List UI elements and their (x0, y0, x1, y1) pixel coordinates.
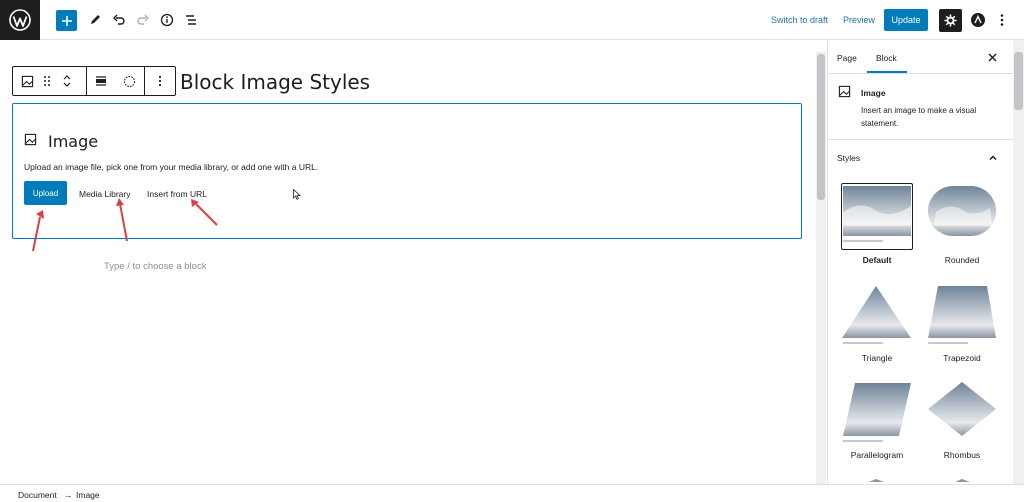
sidebar-scrollbar-thumb[interactable] (1014, 52, 1023, 110)
style-label-trapezoid[interactable]: Trapezoid (922, 353, 1002, 363)
style-label-triangle[interactable]: Triangle (837, 353, 917, 363)
breadcrumb-image[interactable]: Image (76, 490, 100, 500)
style-rhombus-option[interactable] (928, 382, 996, 442)
breadcrumb (0, 484, 1024, 502)
style-rounded-option[interactable] (928, 186, 996, 236)
breadcrumb-separator: → (64, 490, 73, 500)
style-label-rhombus[interactable]: Rhombus (922, 450, 1002, 460)
style-label-parallelogram[interactable]: Parallelogram (837, 450, 917, 460)
style-parallelogram-option[interactable] (842, 383, 912, 443)
style-triangle-option[interactable] (842, 286, 912, 346)
style-label-default[interactable]: Default (837, 255, 917, 265)
style-default-selected-frame[interactable] (841, 183, 913, 250)
style-trapezoid-option[interactable] (928, 286, 996, 346)
style-label-rounded[interactable]: Rounded (922, 255, 1002, 265)
block-editor: Switch to draft Preview Update Block Ima… (0, 0, 1024, 502)
breadcrumb-document[interactable]: Document (18, 490, 57, 500)
